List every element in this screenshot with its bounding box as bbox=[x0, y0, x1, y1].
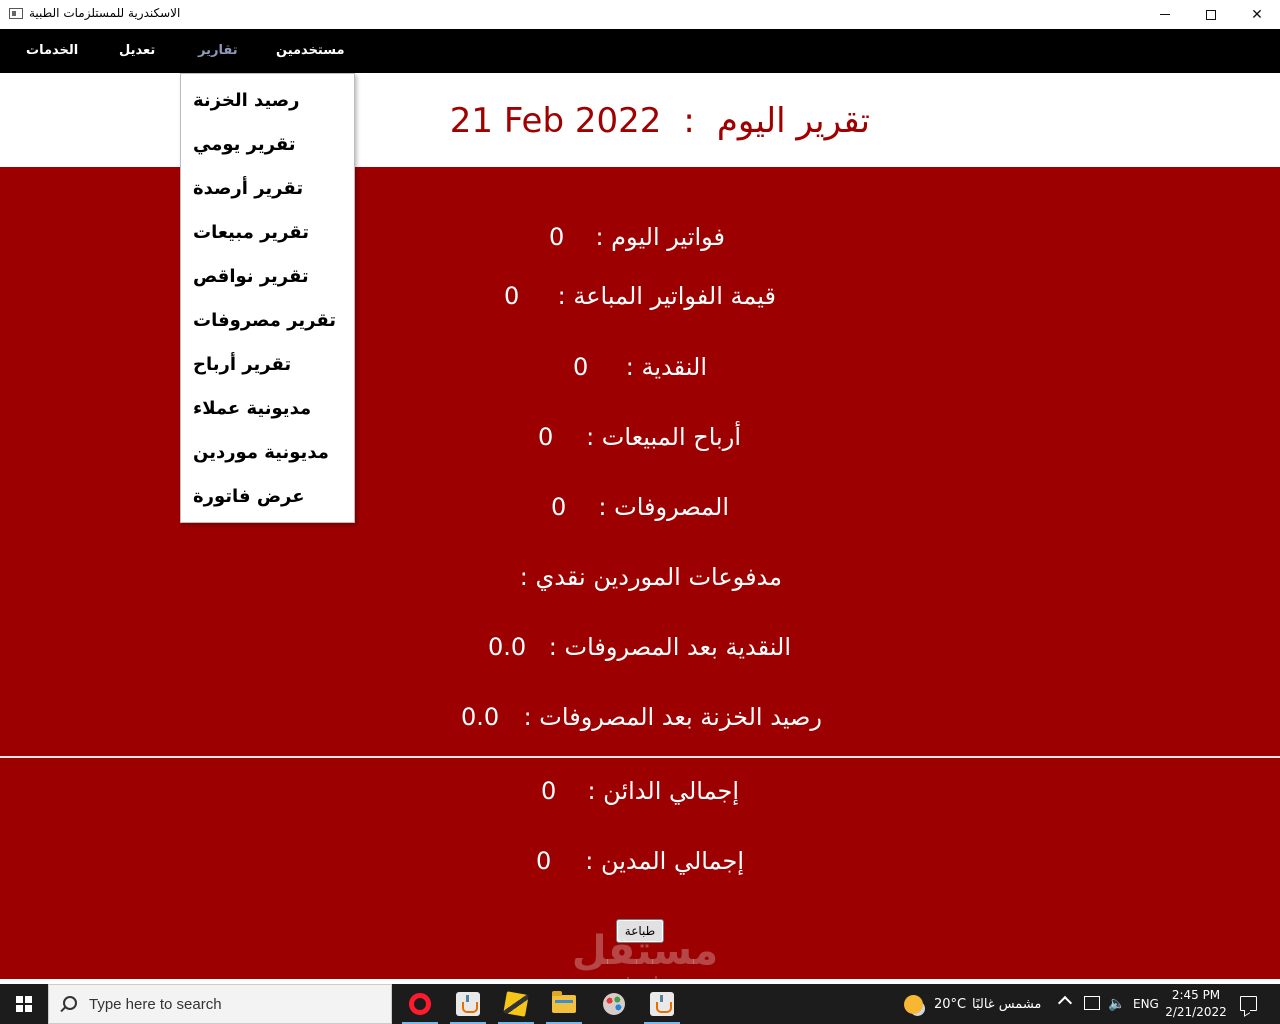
taskbar: Type here to search 20°C مشمس غالبًا 🔈 E… bbox=[0, 984, 1280, 1024]
stat-value: 0 bbox=[551, 493, 567, 521]
print-button[interactable]: طباعة bbox=[616, 919, 664, 943]
stat-label: قيمة الفواتير المباعة : bbox=[557, 282, 776, 310]
menu-services[interactable]: الخدمات bbox=[26, 43, 78, 58]
tool-icon bbox=[503, 991, 529, 1017]
dropdown-item-balances-report[interactable]: تقرير أرصدة bbox=[193, 178, 303, 199]
stat-row: مدفوعات الموردين نقدي : bbox=[0, 563, 1280, 603]
minimize-button[interactable] bbox=[1142, 0, 1188, 29]
notification-icon[interactable] bbox=[1240, 996, 1257, 1011]
dropdown-item-treasury-balance[interactable]: رصيد الخزنة bbox=[193, 90, 300, 111]
dropdown-item-profits-report[interactable]: تقرير أرباح bbox=[193, 354, 291, 375]
volume-icon[interactable]: 🔈 bbox=[1108, 996, 1125, 1012]
menu-users[interactable]: مستخدمين bbox=[276, 43, 345, 58]
java-icon bbox=[456, 992, 480, 1016]
title-bar: الاسكندرية للمستلزمات الطبية ✕ bbox=[0, 0, 1280, 29]
dropdown-item-daily-report[interactable]: تقرير يومي bbox=[193, 134, 296, 155]
stat-label: مدفوعات الموردين نقدي : bbox=[519, 563, 782, 591]
stat-label: النقدية بعد المصروفات : bbox=[548, 633, 791, 661]
maximize-button[interactable] bbox=[1188, 0, 1234, 29]
taskbar-java-1[interactable] bbox=[444, 984, 492, 1024]
paint-icon bbox=[603, 993, 625, 1015]
report-date: 21 Feb 2022 bbox=[449, 101, 662, 141]
maximize-icon bbox=[1206, 9, 1216, 20]
taskbar-opera[interactable] bbox=[396, 984, 444, 1024]
menu-bar: الخدمات تعديل تقارير مستخدمين bbox=[0, 29, 1280, 73]
total-label: إجمالي المدين : bbox=[585, 847, 744, 875]
report-title-label: تقرير اليوم bbox=[716, 101, 870, 141]
start-button[interactable] bbox=[0, 984, 48, 1024]
dropdown-item-customer-debts[interactable]: مديونية عملاء bbox=[193, 398, 311, 419]
dropdown-item-sales-report[interactable]: تقرير مبيعات bbox=[193, 222, 309, 243]
total-row: 0 إجمالي الدائن : bbox=[0, 777, 1280, 817]
taskbar-java-2[interactable] bbox=[638, 984, 686, 1024]
app-icon bbox=[9, 8, 23, 19]
taskbar-file-explorer[interactable] bbox=[540, 984, 588, 1024]
stat-value: 0 bbox=[504, 282, 520, 310]
menu-edit[interactable]: تعديل bbox=[119, 43, 155, 58]
windows-icon bbox=[16, 996, 32, 1012]
total-value: 0 bbox=[541, 777, 557, 805]
stat-value: 0.0 bbox=[461, 703, 500, 731]
total-label: إجمالي الدائن : bbox=[587, 777, 739, 805]
search-icon bbox=[63, 996, 77, 1010]
menu-reports[interactable]: تقارير bbox=[198, 43, 238, 58]
clock-date: 2/21/2022 bbox=[1165, 1005, 1227, 1019]
stat-label: رصيد الخزنة بعد المصروفات : bbox=[523, 703, 822, 731]
stat-row: 0.0 رصيد الخزنة بعد المصروفات : bbox=[0, 703, 1280, 743]
dropdown-item-supplier-debts[interactable]: مديونية موردين bbox=[193, 442, 329, 463]
stat-label: أرباح المبيعات : bbox=[586, 423, 741, 451]
stat-value: 0 bbox=[549, 223, 565, 251]
total-value: 0 bbox=[536, 847, 552, 875]
minimize-icon bbox=[1160, 14, 1170, 15]
weather-temp[interactable]: 20°C bbox=[934, 984, 966, 1024]
reports-dropdown: رصيد الخزنة تقرير يومي تقرير أرصدة تقرير… bbox=[180, 73, 355, 523]
taskbar-tool[interactable] bbox=[492, 984, 540, 1024]
stat-label: المصروفات : bbox=[598, 493, 729, 521]
clock-time: 2:45 PM bbox=[1171, 988, 1221, 1002]
page-title: 21 Feb 2022: تقرير اليوم bbox=[450, 101, 870, 141]
stat-row: 0.0 النقدية بعد المصروفات : bbox=[0, 633, 1280, 673]
title-separator: : bbox=[683, 101, 695, 141]
dropdown-item-view-invoice[interactable]: عرض فاتورة bbox=[193, 486, 305, 507]
taskbar-paint[interactable] bbox=[590, 984, 638, 1024]
panel-divider bbox=[0, 756, 1280, 758]
close-icon: ✕ bbox=[1251, 6, 1263, 23]
close-button[interactable]: ✕ bbox=[1234, 0, 1280, 29]
chevron-up-icon[interactable] bbox=[1057, 995, 1073, 1011]
stat-value: 0.0 bbox=[488, 633, 527, 661]
network-icon[interactable] bbox=[1084, 996, 1100, 1010]
weather-desc[interactable]: مشمس غالبًا bbox=[972, 984, 1041, 1024]
stat-label: فواتير اليوم : bbox=[595, 223, 725, 251]
stat-label: النقدية : bbox=[625, 353, 707, 381]
weather-icon[interactable] bbox=[904, 995, 923, 1014]
language-indicator[interactable]: ENG bbox=[1133, 984, 1159, 1024]
folder-icon bbox=[552, 991, 576, 1013]
window-title: الاسكندرية للمستلزمات الطبية bbox=[29, 6, 181, 20]
total-row: 0 إجمالي المدين : bbox=[0, 847, 1280, 887]
taskbar-search[interactable]: Type here to search bbox=[48, 984, 392, 1024]
dropdown-item-shortages-report[interactable]: تقرير نواقص bbox=[193, 266, 309, 287]
stat-value: 0 bbox=[573, 353, 589, 381]
stat-value: 0 bbox=[538, 423, 554, 451]
search-placeholder: Type here to search bbox=[89, 996, 222, 1013]
opera-icon bbox=[409, 993, 431, 1015]
dropdown-item-expenses-report[interactable]: تقرير مصروفات bbox=[193, 310, 336, 331]
java-icon bbox=[650, 992, 674, 1016]
clock[interactable]: 2:45 PM 2/21/2022 bbox=[1162, 987, 1230, 1021]
